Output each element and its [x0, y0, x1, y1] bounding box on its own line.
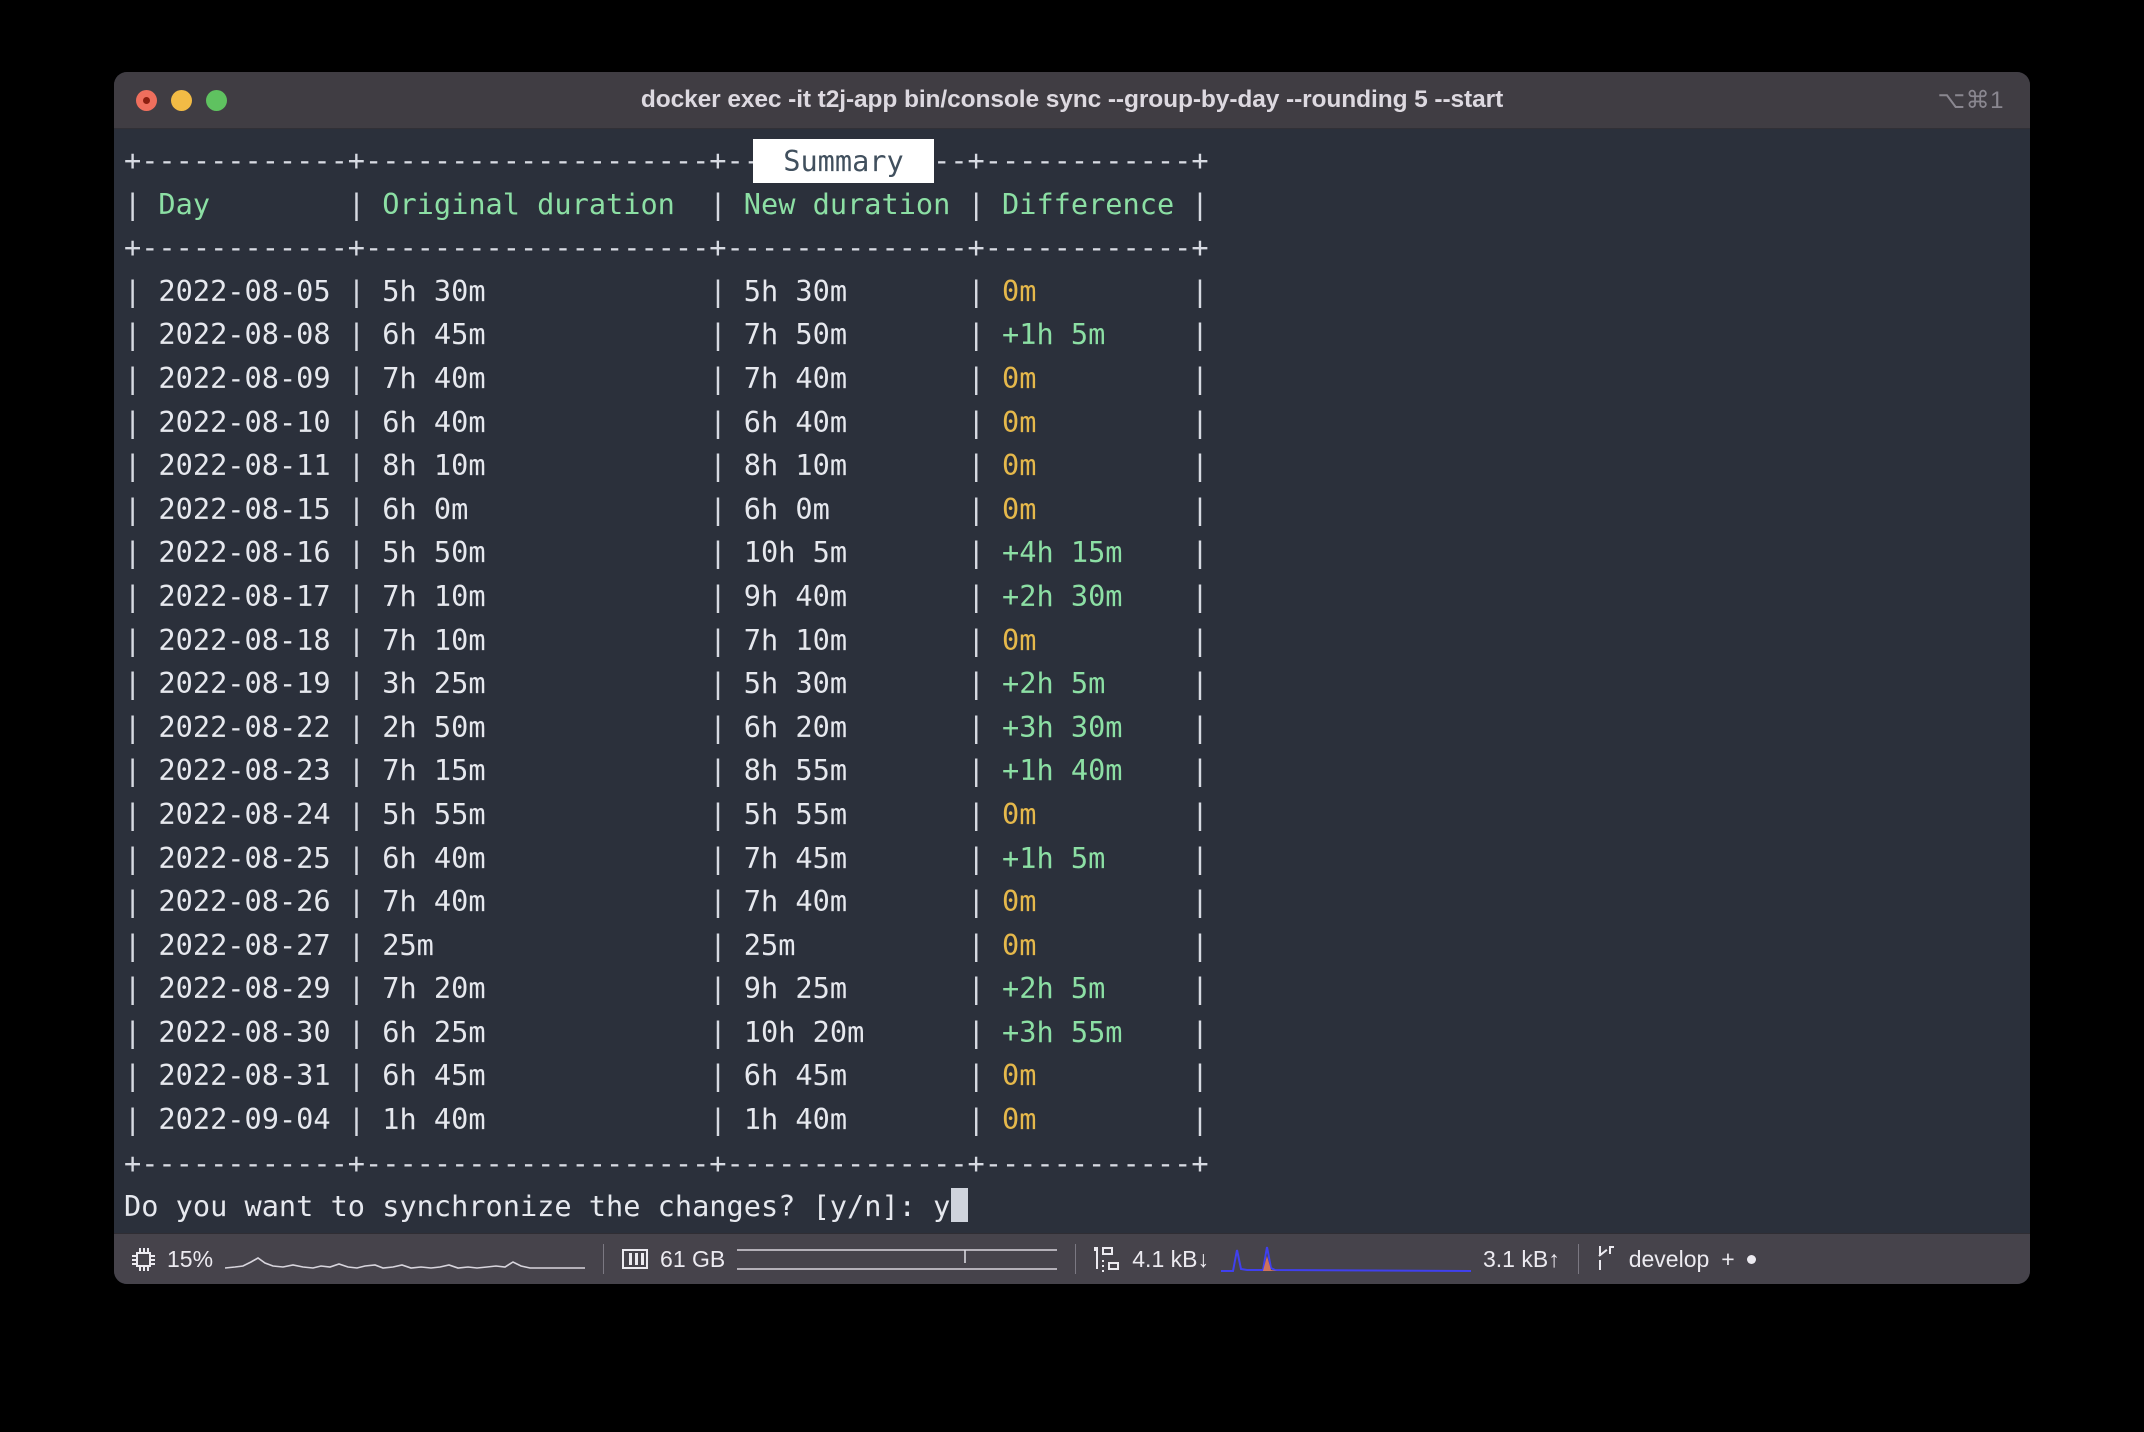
status-git[interactable]: develop + — [1579, 1234, 1774, 1284]
memory-icon — [622, 1249, 648, 1269]
terminal-body[interactable]: +------------+--------------------+-----… — [114, 129, 2030, 1233]
git-dirty-marker: + — [1721, 1246, 1734, 1273]
network-up-value: 3.1 kB↑ — [1483, 1246, 1560, 1273]
git-branch-name: develop — [1629, 1246, 1710, 1273]
status-cpu[interactable]: 15% — [114, 1234, 603, 1284]
git-status-dot — [1747, 1255, 1756, 1264]
zoom-button[interactable] — [206, 90, 227, 111]
memory-bar-graph — [737, 1244, 1057, 1274]
status-network-down[interactable]: 4.1 kB↓ 3.1 kB↑ — [1076, 1234, 1577, 1284]
window-title: docker exec -it t2j-app bin/console sync… — [114, 86, 2030, 114]
window-titlebar[interactable]: docker exec -it t2j-app bin/console sync… — [114, 72, 2030, 129]
table-caption-summary: Summary — [753, 139, 934, 183]
traffic-light-group — [136, 72, 227, 128]
network-down-value: 4.1 kB↓ — [1132, 1246, 1209, 1273]
minimize-button[interactable] — [171, 90, 192, 111]
network-icon — [1094, 1247, 1120, 1271]
close-button[interactable] — [136, 90, 157, 111]
network-sparkline — [1221, 1244, 1471, 1274]
status-bar: 15% 61 GB — [114, 1233, 2030, 1284]
terminal-screen: +------------+--------------------+-----… — [124, 139, 2030, 1229]
cpu-usage-value: 15% — [167, 1246, 213, 1273]
cpu-chip-icon — [132, 1248, 155, 1271]
memory-value: 61 GB — [660, 1246, 725, 1273]
git-branch-icon — [1597, 1246, 1617, 1272]
window-shortcut-hint: ⌥⌘1 — [1937, 86, 2004, 115]
terminal-window: docker exec -it t2j-app bin/console sync… — [114, 72, 2030, 1284]
status-memory[interactable]: 61 GB — [604, 1234, 1075, 1284]
cpu-sparkline — [225, 1244, 585, 1274]
